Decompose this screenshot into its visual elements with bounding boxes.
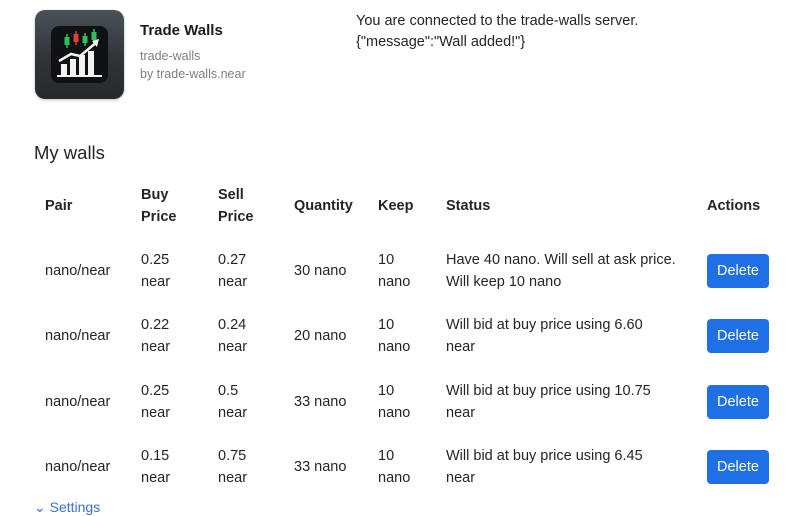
header-quantity: Quantity bbox=[294, 198, 353, 214]
delete-button[interactable]: Delete bbox=[707, 384, 769, 419]
cell-sell-price: 0.27 near bbox=[218, 251, 248, 290]
cell-sell-price: 0.24 near bbox=[218, 317, 248, 356]
cell-buy-price: 0.22 near bbox=[141, 317, 171, 356]
cell-actions: Delete bbox=[697, 304, 787, 370]
cell-quantity: 33 nano bbox=[294, 459, 347, 476]
chevron-down-icon: ⌄ bbox=[34, 499, 46, 515]
chart-icon bbox=[35, 10, 124, 99]
header-status: Status bbox=[446, 198, 491, 214]
cell-keep: 10 nano bbox=[378, 448, 411, 487]
my-walls-heading: My walls bbox=[34, 142, 105, 163]
server-message-text: {"message":"Wall added!"} bbox=[356, 34, 526, 50]
settings-toggle[interactable]: ⌄ Settings bbox=[34, 499, 100, 516]
app-author: by trade-walls.near bbox=[140, 67, 246, 81]
cell-keep: 10 nano bbox=[378, 317, 411, 356]
app-header: Trade Walls trade-walls by trade-walls.n… bbox=[35, 10, 335, 100]
walls-table: Pair Buy Price Sell Price Quantity Keep St… bbox=[35, 174, 787, 500]
table-row: nano/near 0.22 near 0.24 near 20 nano 10 na… bbox=[35, 304, 787, 370]
cell-buy-price: 0.25 near bbox=[141, 382, 171, 421]
cell-buy-price: 0.25 near bbox=[141, 251, 171, 290]
header-sell-price: Sell Price bbox=[218, 187, 254, 225]
server-status: You are connected to the trade-walls ser… bbox=[356, 11, 638, 53]
cell-pair: nano/near bbox=[45, 459, 111, 476]
cell-actions: Delete bbox=[697, 238, 787, 304]
app-title: Trade Walls bbox=[140, 22, 223, 39]
cell-pair: nano/near bbox=[45, 328, 111, 345]
cell-actions: Delete bbox=[697, 435, 787, 501]
delete-button[interactable]: Delete bbox=[707, 319, 769, 354]
delete-button[interactable]: Delete bbox=[707, 450, 769, 485]
table-row: nano/near 0.25 near 0.5 near 33 nano 10 nan… bbox=[35, 369, 787, 435]
cell-sell-price: 0.5 near bbox=[218, 382, 248, 421]
header-buy-price: Buy Price bbox=[141, 187, 177, 225]
cell-pair: nano/near bbox=[45, 262, 111, 279]
cell-status: Have 40 nano. Will sell at ask price. Wil… bbox=[446, 251, 676, 290]
table-row: nano/near 0.15 near 0.75 near 33 nano 10 na… bbox=[35, 435, 787, 501]
table-header-row: Pair Buy Price Sell Price Quantity Keep St… bbox=[35, 174, 787, 238]
cell-status: Will bid at buy price using 10.75 near bbox=[446, 382, 651, 421]
cell-quantity: 20 nano bbox=[294, 328, 347, 345]
cell-quantity: 33 nano bbox=[294, 393, 347, 410]
header-actions: Actions bbox=[707, 198, 761, 214]
header-keep: Keep bbox=[378, 198, 414, 214]
app-id: trade-walls bbox=[140, 49, 201, 63]
cell-quantity: 30 nano bbox=[294, 262, 347, 279]
cell-actions: Delete bbox=[697, 369, 787, 435]
delete-button[interactable]: Delete bbox=[707, 253, 769, 288]
cell-keep: 10 nano bbox=[378, 382, 411, 421]
cell-pair: nano/near bbox=[45, 393, 111, 410]
cell-keep: 10 nano bbox=[378, 251, 411, 290]
cell-status: Will bid at buy price using 6.60 near bbox=[446, 317, 643, 356]
table-row: nano/near 0.25 near 0.27 near 30 nano 10 na… bbox=[35, 238, 787, 304]
header-pair: Pair bbox=[45, 198, 73, 214]
cell-buy-price: 0.15 near bbox=[141, 448, 171, 487]
cell-sell-price: 0.75 near bbox=[218, 448, 248, 487]
cell-status: Will bid at buy price using 6.45 near bbox=[446, 448, 643, 487]
connection-status-text: You are connected to the trade-walls ser… bbox=[356, 13, 639, 29]
settings-label: Settings bbox=[49, 499, 101, 515]
